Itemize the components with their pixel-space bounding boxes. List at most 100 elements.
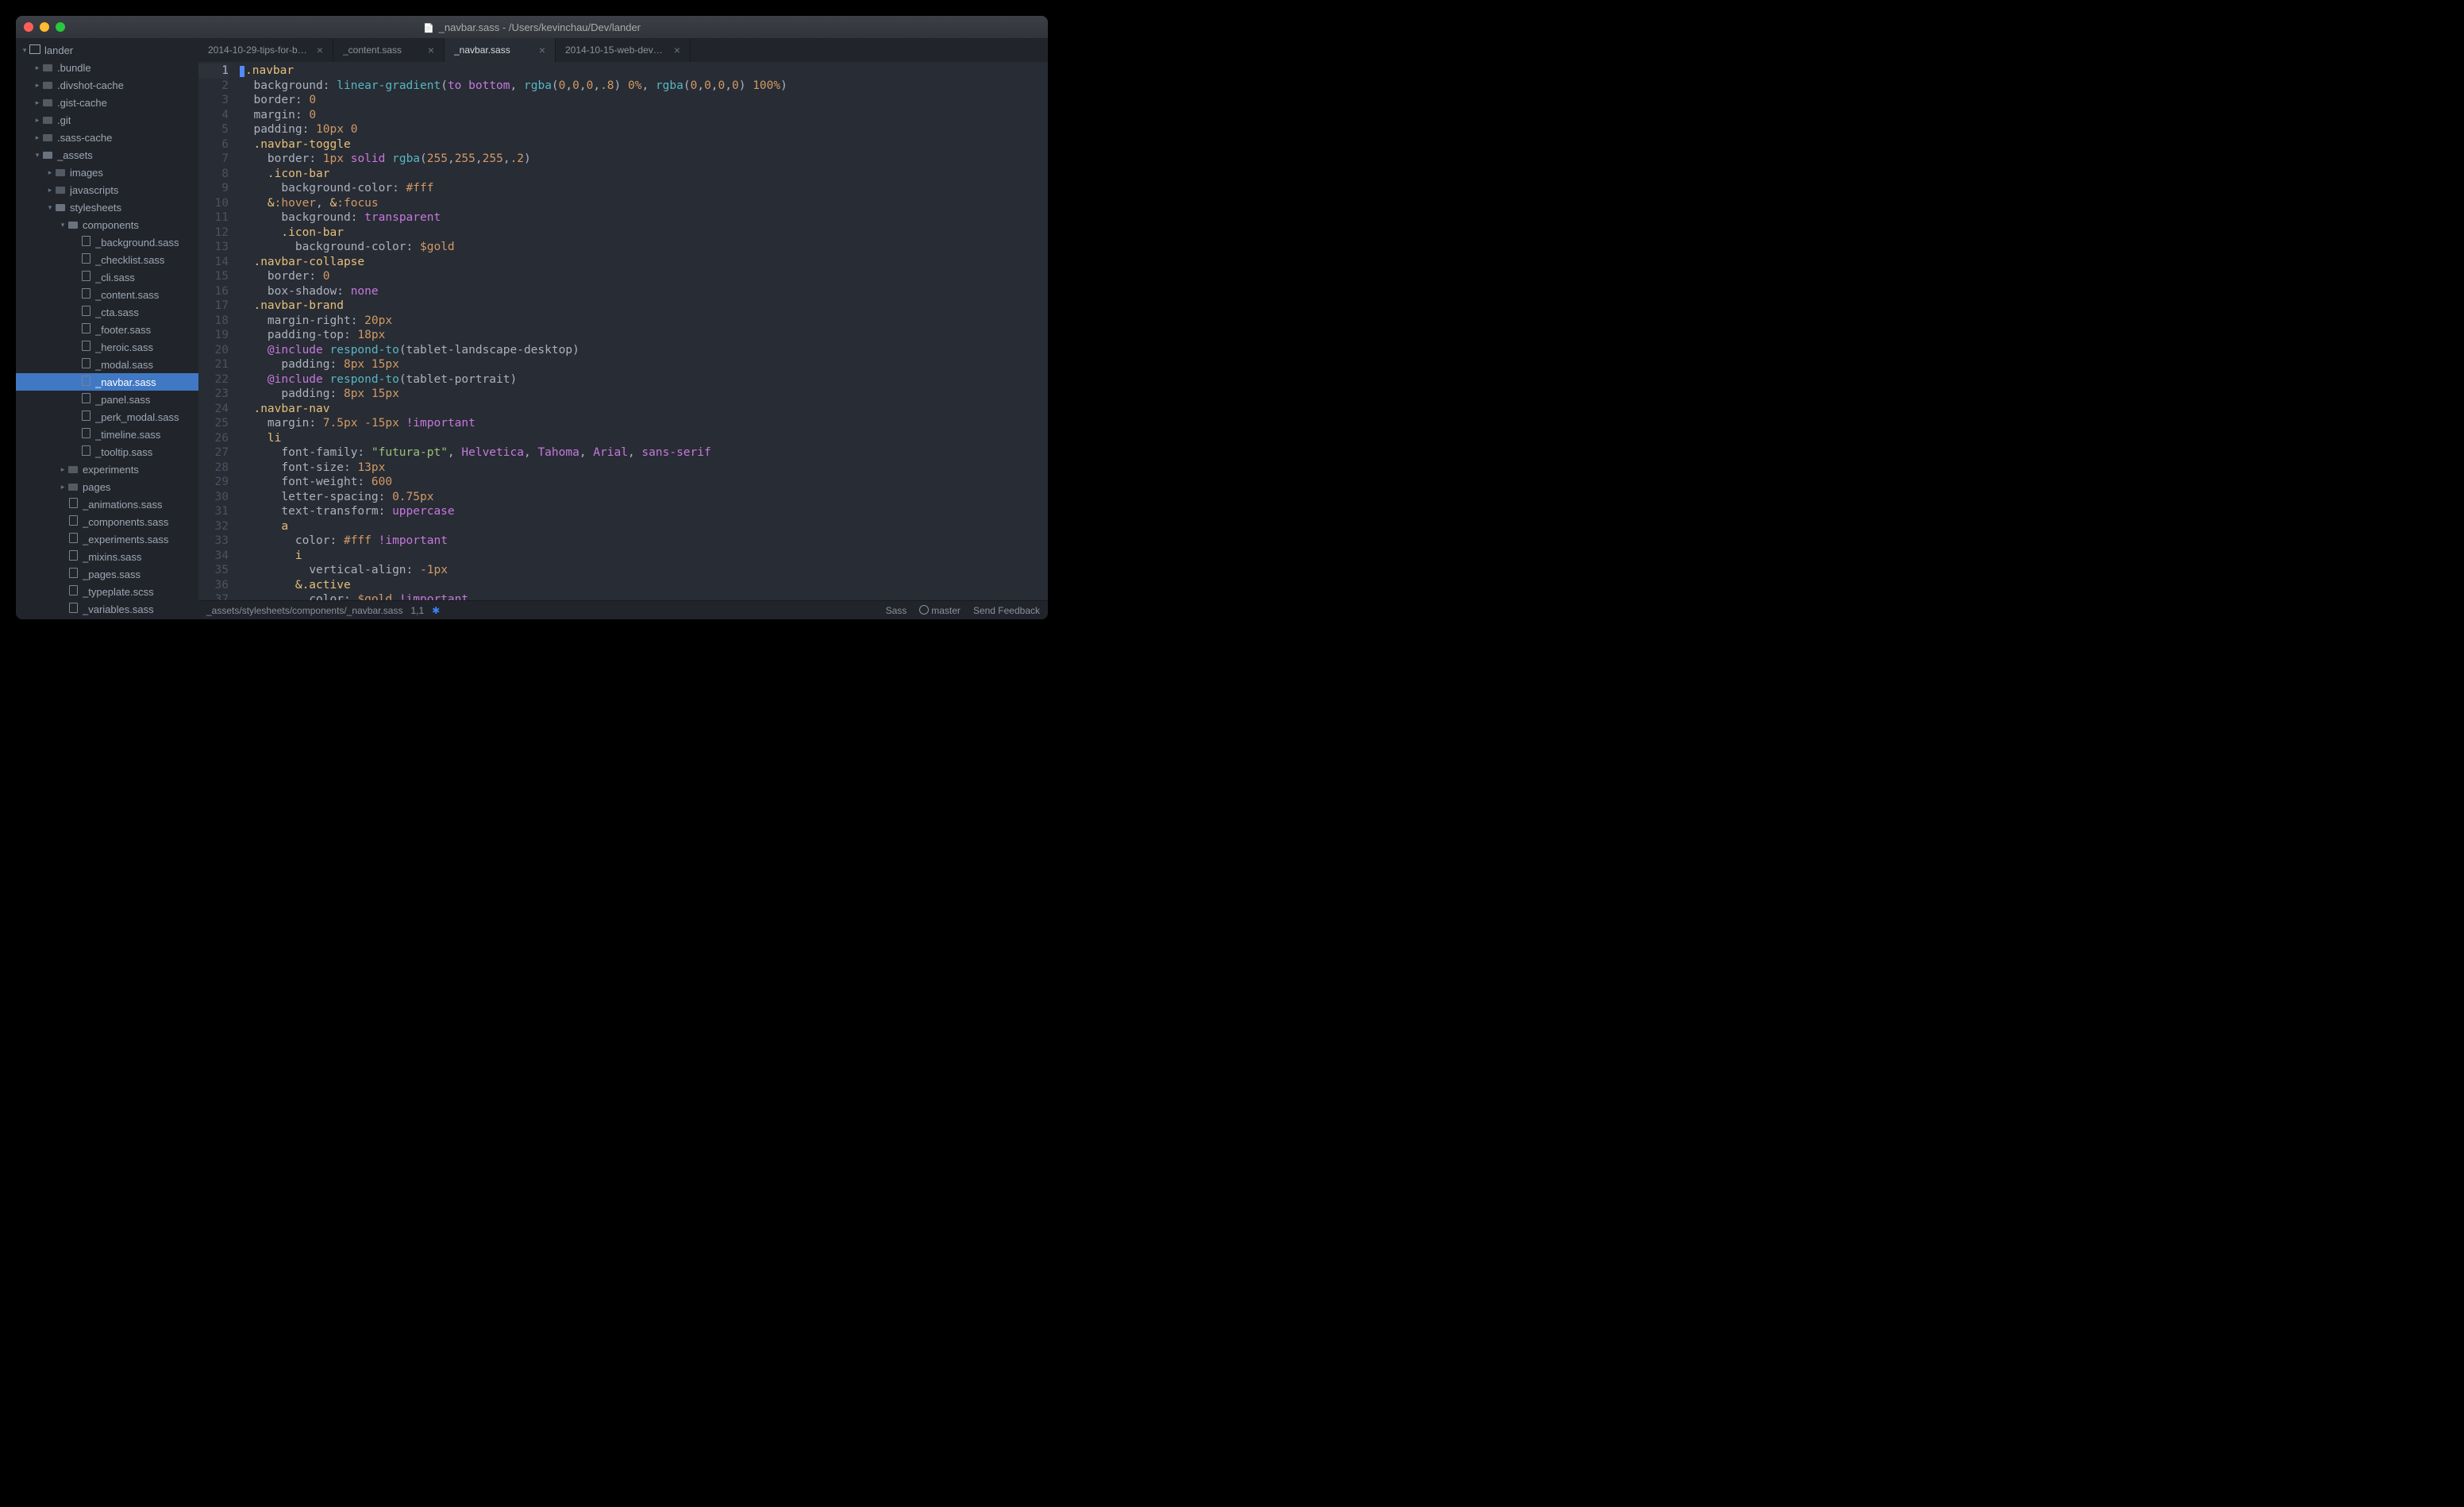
code-line[interactable]: background-color: #fff bbox=[240, 181, 1043, 196]
editor-tab[interactable]: 2014-10-15-web-develo...× bbox=[556, 38, 691, 62]
code-line[interactable]: a bbox=[240, 519, 1043, 534]
line-number: 6 bbox=[198, 137, 229, 152]
tree-item[interactable]: _pages.sass bbox=[16, 565, 198, 583]
file-icon bbox=[67, 498, 79, 511]
code-line[interactable]: padding: 8px 15px bbox=[240, 387, 1043, 402]
code-line[interactable]: border: 0 bbox=[240, 269, 1043, 284]
tree-item-label: pages bbox=[83, 481, 110, 493]
code-editor[interactable]: 1234567891011121314151617181920212223242… bbox=[198, 62, 1048, 600]
tree-item[interactable]: ▸.gist-cache bbox=[16, 94, 198, 111]
tree-item[interactable]: _experiments.sass bbox=[16, 530, 198, 548]
tree-item[interactable]: _cli.sass bbox=[16, 268, 198, 286]
code-line[interactable]: padding: 10px 0 bbox=[240, 122, 1043, 137]
tree-item-label: _components.sass bbox=[83, 516, 168, 528]
tree-item[interactable]: _perk_modal.sass bbox=[16, 408, 198, 426]
code-line[interactable]: padding-top: 18px bbox=[240, 328, 1043, 343]
tree-item[interactable]: _typeplate.scss bbox=[16, 583, 198, 600]
code-line[interactable]: @include respond-to(tablet-landscape-des… bbox=[240, 343, 1043, 358]
tree-arrow-icon: ▾ bbox=[33, 151, 41, 160]
code-line[interactable]: border: 0 bbox=[240, 93, 1043, 108]
tree-item[interactable]: ▾components bbox=[16, 216, 198, 233]
tree-item[interactable]: ▸pages bbox=[16, 478, 198, 495]
code-line[interactable]: text-transform: uppercase bbox=[240, 504, 1043, 519]
minimize-window-button[interactable] bbox=[40, 22, 49, 32]
line-number: 26 bbox=[198, 431, 229, 446]
close-icon[interactable]: × bbox=[539, 44, 545, 56]
code-line[interactable]: .navbar bbox=[240, 64, 1043, 79]
line-number: 17 bbox=[198, 299, 229, 314]
zoom-window-button[interactable] bbox=[56, 22, 65, 32]
file-icon bbox=[79, 271, 92, 283]
code-line[interactable]: letter-spacing: 0.75px bbox=[240, 490, 1043, 505]
code-line[interactable]: .icon-bar bbox=[240, 167, 1043, 182]
send-feedback-link[interactable]: Send Feedback bbox=[973, 605, 1040, 616]
tree-item[interactable]: ▸.divshot-cache bbox=[16, 76, 198, 94]
code-line[interactable]: .icon-bar bbox=[240, 225, 1043, 241]
code-line[interactable]: font-size: 13px bbox=[240, 461, 1043, 476]
tree-item[interactable]: ▾_assets bbox=[16, 146, 198, 164]
line-number: 29 bbox=[198, 475, 229, 490]
tree-item[interactable]: _content.sass bbox=[16, 286, 198, 303]
tree-item[interactable]: _mixins.sass bbox=[16, 548, 198, 565]
tree-arrow-icon: ▸ bbox=[33, 98, 41, 107]
tree-item[interactable]: ▸experiments bbox=[16, 461, 198, 478]
tree-item[interactable]: ▸.sass-cache bbox=[16, 129, 198, 146]
tree-item[interactable]: _modal.sass bbox=[16, 356, 198, 373]
code-line[interactable]: padding: 8px 15px bbox=[240, 357, 1043, 372]
close-icon[interactable]: × bbox=[674, 44, 680, 56]
code-line[interactable]: background-color: $gold bbox=[240, 240, 1043, 255]
code-line[interactable]: color: #fff !important bbox=[240, 534, 1043, 549]
editor-tab[interactable]: _content.sass× bbox=[333, 38, 445, 62]
tree-item[interactable]: _animations.sass bbox=[16, 495, 198, 513]
tree-root-item[interactable]: ▾lander bbox=[16, 41, 198, 59]
code-content[interactable]: .navbar background: linear-gradient(to b… bbox=[235, 62, 1048, 600]
code-line[interactable]: font-family: "futura-pt", Helvetica, Tah… bbox=[240, 445, 1043, 461]
code-line[interactable]: color: $gold !important bbox=[240, 592, 1043, 600]
code-line[interactable]: margin: 7.5px -15px !important bbox=[240, 416, 1043, 431]
tree-item[interactable]: _panel.sass bbox=[16, 391, 198, 408]
tree-item[interactable]: ▸images bbox=[16, 164, 198, 181]
close-icon[interactable]: × bbox=[317, 44, 323, 56]
code-line[interactable]: &.active bbox=[240, 578, 1043, 593]
file-icon bbox=[79, 445, 92, 458]
tree-item[interactable]: ▸.bundle bbox=[16, 59, 198, 76]
code-line[interactable]: i bbox=[240, 549, 1043, 564]
code-line[interactable]: .navbar-toggle bbox=[240, 137, 1043, 152]
tree-item[interactable]: _navbar.sass bbox=[16, 373, 198, 391]
tree-item[interactable]: _heroic.sass bbox=[16, 338, 198, 356]
editor-tab[interactable]: _navbar.sass× bbox=[445, 38, 556, 62]
tree-item[interactable]: _variables.sass bbox=[16, 600, 198, 618]
code-line[interactable]: .navbar-collapse bbox=[240, 255, 1043, 270]
editor-tab[interactable]: 2014-10-29-tips-for-be...× bbox=[198, 38, 333, 62]
tree-item[interactable]: _cta.sass bbox=[16, 303, 198, 321]
tree-item[interactable]: _checklist.sass bbox=[16, 251, 198, 268]
tree-item[interactable]: ▸javascripts bbox=[16, 181, 198, 198]
code-line[interactable]: .navbar-brand bbox=[240, 299, 1043, 314]
tree-item[interactable]: _background.sass bbox=[16, 233, 198, 251]
code-line[interactable]: vertical-align: -1px bbox=[240, 563, 1043, 578]
code-line[interactable]: border: 1px solid rgba(255,255,255,.2) bbox=[240, 152, 1043, 167]
code-line[interactable]: background: linear-gradient(to bottom, r… bbox=[240, 79, 1043, 94]
tree-item[interactable]: _footer.sass bbox=[16, 321, 198, 338]
tree-item[interactable]: ▾stylesheets bbox=[16, 198, 198, 216]
tree-item[interactable]: _tooltip.sass bbox=[16, 443, 198, 461]
code-line[interactable]: margin-right: 20px bbox=[240, 314, 1043, 329]
code-line[interactable]: @include respond-to(tablet-portrait) bbox=[240, 372, 1043, 387]
close-icon[interactable]: × bbox=[428, 44, 434, 56]
tree-item-label: _variables.sass bbox=[83, 603, 154, 615]
tree-item-label: _mixins.sass bbox=[83, 551, 141, 563]
code-line[interactable]: background: transparent bbox=[240, 210, 1043, 225]
code-line[interactable]: &:hover, &:focus bbox=[240, 196, 1043, 211]
code-line[interactable]: margin: 0 bbox=[240, 108, 1043, 123]
code-line[interactable]: font-weight: 600 bbox=[240, 475, 1043, 490]
close-window-button[interactable] bbox=[24, 22, 33, 32]
tree-item[interactable]: _components.sass bbox=[16, 513, 198, 530]
tree-item[interactable]: _timeline.sass bbox=[16, 426, 198, 443]
code-line[interactable]: box-shadow: none bbox=[240, 284, 1043, 299]
status-git-branch[interactable]: master bbox=[919, 605, 961, 616]
line-number: 11 bbox=[198, 210, 229, 225]
tree-item[interactable]: ▸.git bbox=[16, 111, 198, 129]
code-line[interactable]: li bbox=[240, 431, 1043, 446]
code-line[interactable]: .navbar-nav bbox=[240, 402, 1043, 417]
status-language[interactable]: Sass bbox=[886, 605, 907, 616]
